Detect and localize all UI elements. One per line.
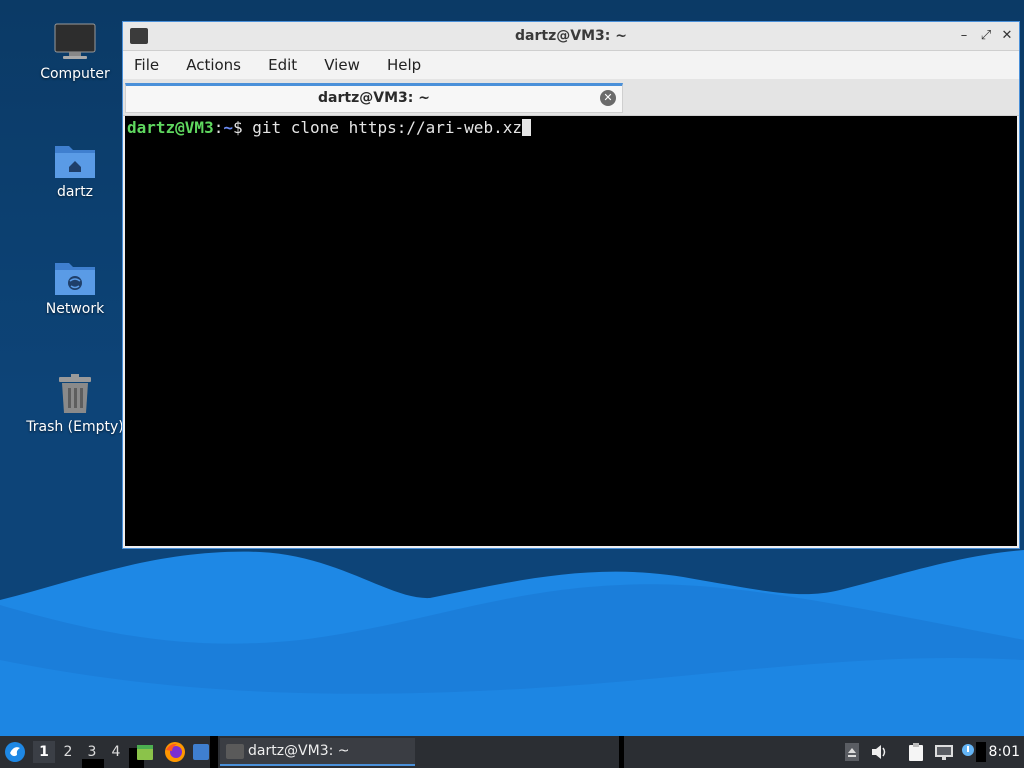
terminal-icon	[226, 744, 244, 759]
desktop-icon-label: Computer	[40, 66, 110, 82]
home-folder-icon	[55, 146, 95, 178]
eject-icon[interactable]	[845, 743, 859, 761]
menu-file[interactable]: File	[123, 51, 170, 79]
prompt-symbol: $	[232, 118, 253, 137]
redacted-box	[976, 742, 986, 762]
desktop-icon-label: Trash (Empty)	[26, 419, 124, 435]
desktop-icon-network[interactable]: Network	[20, 257, 130, 317]
menu-edit[interactable]: Edit	[257, 51, 308, 79]
prompt-colon: :	[213, 118, 224, 137]
prompt-path: ~	[223, 118, 233, 137]
clipboard-icon[interactable]	[906, 742, 926, 762]
tab-close-icon[interactable]: ✕	[600, 90, 616, 106]
file-manager-launcher-icon[interactable]	[136, 742, 154, 762]
close-button[interactable]: ✕	[998, 27, 1016, 45]
menubar: File Actions Edit View Help	[123, 51, 1019, 79]
menu-help[interactable]: Help	[376, 51, 432, 79]
terminal-output[interactable]: dartz@VM3:~$ git clone https://ari-web.x…	[125, 116, 1017, 546]
workspace-1[interactable]: 1	[33, 741, 55, 763]
menu-actions[interactable]: Actions	[175, 51, 252, 79]
network-folder-icon	[55, 263, 95, 295]
desktop-icon-label: dartz	[56, 184, 94, 200]
desktop-icon-trash[interactable]: Trash (Empty)	[20, 373, 130, 435]
terminal-window[interactable]: dartz@VM3: ~ – ⤢ ✕ File Actions Edit Vie…	[122, 21, 1020, 549]
window-title: dartz@VM3: ~	[515, 28, 627, 44]
separator	[619, 736, 624, 768]
firefox-icon[interactable]	[164, 741, 186, 763]
notification-icon[interactable]	[961, 743, 975, 761]
desktop-icon-computer[interactable]: Computer	[20, 22, 130, 82]
minimize-button[interactable]: –	[955, 27, 973, 45]
tab-label: dartz@VM3: ~	[318, 90, 430, 106]
desktop-icon-label: Network	[45, 301, 105, 317]
volume-icon[interactable]	[871, 744, 889, 760]
taskbar: 1 2 3 4 dartz@VM3: ~ 8:01	[0, 736, 1024, 768]
workspace-2[interactable]: 2	[57, 741, 79, 763]
monitor-icon	[54, 23, 96, 59]
start-menu-icon[interactable]	[4, 741, 26, 763]
menu-view[interactable]: View	[313, 51, 371, 79]
taskbar-window-label: dartz@VM3: ~	[248, 743, 350, 759]
window-titlebar[interactable]: dartz@VM3: ~ – ⤢ ✕	[123, 22, 1019, 51]
maximize-button[interactable]: ⤢	[977, 27, 995, 45]
app-launcher-icon[interactable]	[192, 743, 210, 761]
tab-terminal[interactable]: dartz@VM3: ~ ✕	[125, 83, 623, 113]
separator	[210, 736, 218, 768]
prompt-user-host: dartz@VM3	[127, 118, 214, 137]
taskbar-window-button[interactable]: dartz@VM3: ~	[220, 738, 415, 766]
redacted-box	[82, 759, 104, 768]
trash-icon	[59, 374, 91, 413]
command-text: git clone https://ari-web.xz	[252, 118, 522, 137]
desktop-icon-home[interactable]: dartz	[20, 140, 130, 200]
network-icon[interactable]	[933, 743, 955, 761]
workspace-4[interactable]: 4	[105, 741, 127, 763]
desktop: Computer dartz Network Trash (Empty) dar…	[0, 0, 1024, 736]
clock[interactable]: 8:01	[989, 736, 1020, 768]
text-cursor	[521, 119, 531, 136]
tab-bar: dartz@VM3: ~ ✕	[123, 79, 1019, 116]
